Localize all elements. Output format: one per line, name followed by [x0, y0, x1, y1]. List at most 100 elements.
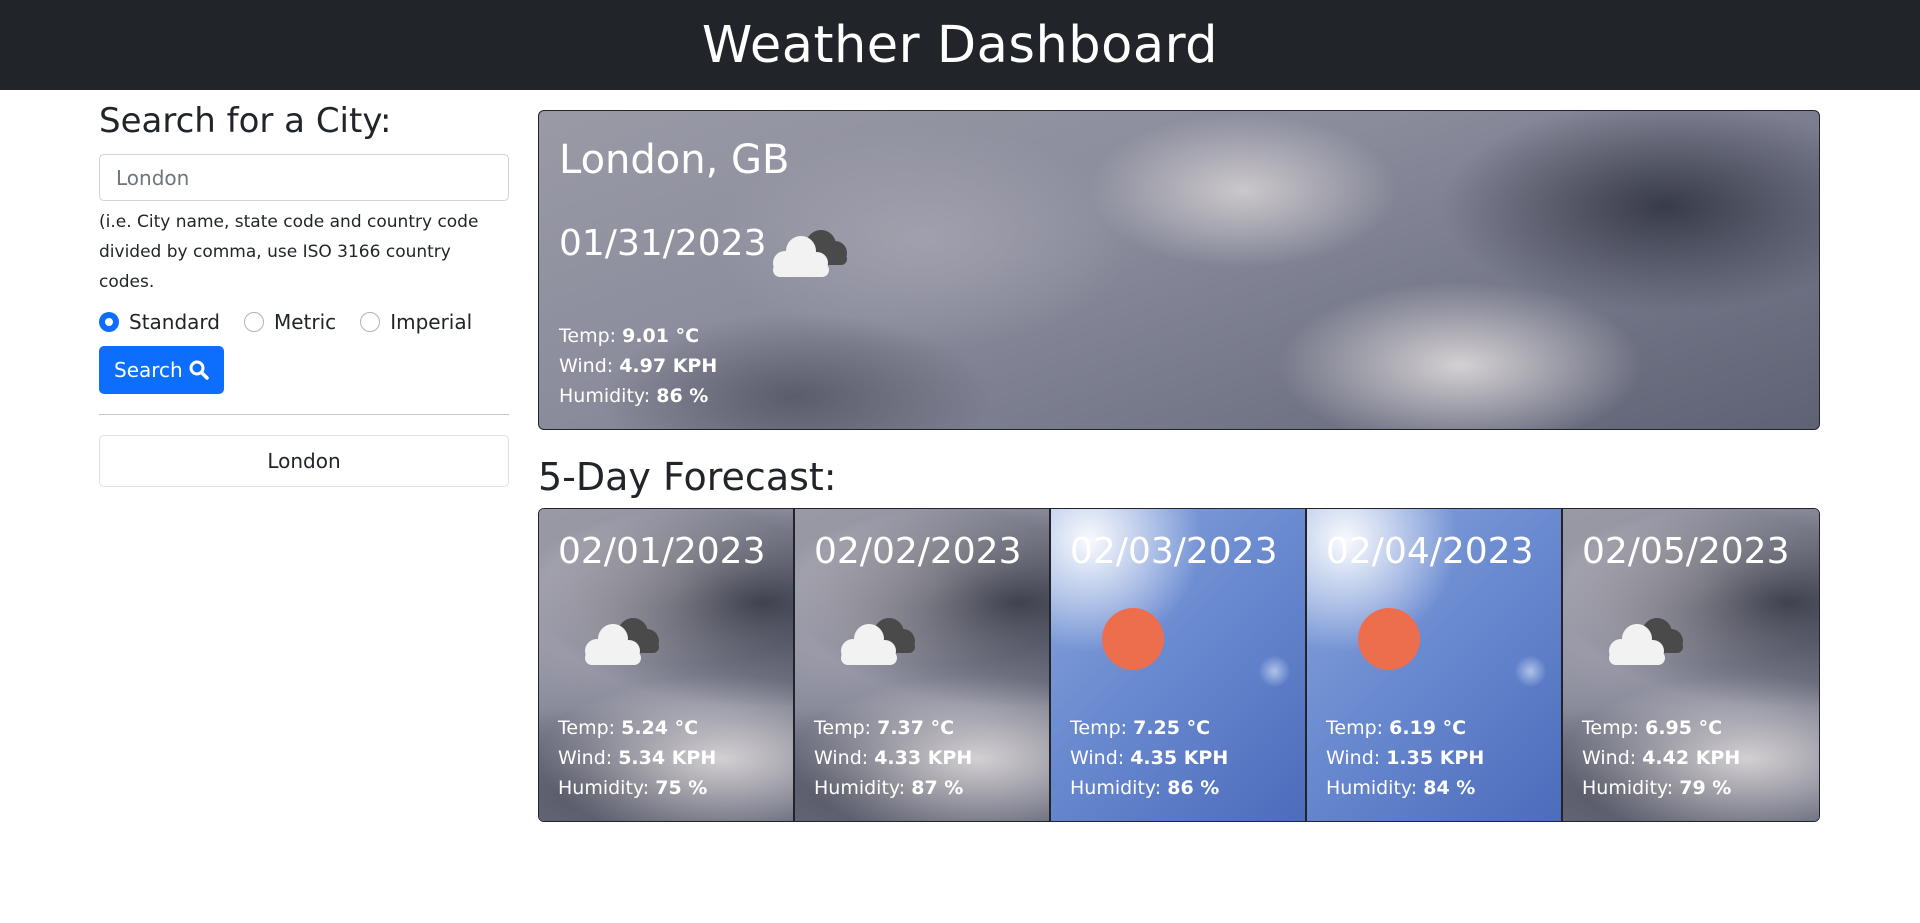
forecast-humidity: 87 % — [911, 777, 964, 799]
search-title: Search for a City: — [99, 101, 392, 141]
forecast-temp: 7.25 °C — [1133, 717, 1211, 739]
temp-label: Temp: — [558, 717, 616, 739]
current-temp: 9.01 °C — [622, 325, 700, 347]
city-search-input[interactable] — [99, 154, 509, 201]
forecast-temp-row: Temp: 6.19 °C — [1326, 713, 1484, 743]
radio-imperial[interactable] — [360, 312, 381, 332]
forecast-humidity: 84 % — [1423, 777, 1476, 799]
current-stats: Temp: 9.01 °C Wind: 4.97 KPH Humidity: 8… — [559, 321, 717, 411]
search-sidebar: Search for a City: (i.e. City name, stat… — [99, 90, 509, 487]
forecast-row: 02/01/2023 Temp: 5.24 °C Wind: 5.34 KPH … — [538, 508, 1820, 822]
cloudy-icon — [831, 607, 923, 675]
forecast-wind: 4.35 KPH — [1130, 747, 1229, 769]
humidity-label: Humidity: — [558, 777, 650, 799]
temp-label: Temp: — [1070, 717, 1128, 739]
magnifier-icon — [189, 360, 209, 380]
current-humidity: 86 % — [656, 385, 709, 407]
forecast-wind-row: Wind: 4.33 KPH — [814, 743, 972, 773]
forecast-temp-row: Temp: 7.37 °C — [814, 713, 972, 743]
forecast-temp: 6.19 °C — [1389, 717, 1467, 739]
humidity-label: Humidity: — [1582, 777, 1674, 799]
forecast-day-card: 02/05/2023 Temp: 6.95 °C Wind: 4.42 KPH … — [1563, 509, 1819, 821]
temp-label: Temp: — [1326, 717, 1384, 739]
forecast-humidity-row: Humidity: 86 % — [1070, 773, 1228, 803]
forecast-wind: 4.42 KPH — [1642, 747, 1741, 769]
cloudy-icon — [763, 219, 855, 287]
radio-label-standard: Standard — [129, 310, 220, 334]
search-hint: (i.e. City name, state code and country … — [99, 212, 479, 292]
forecast-wind-row: Wind: 5.34 KPH — [558, 743, 716, 773]
forecast-humidity-row: Humidity: 84 % — [1326, 773, 1484, 803]
wind-label: Wind: — [559, 355, 614, 377]
forecast-temp: 6.95 °C — [1645, 717, 1723, 739]
forecast-date: 02/03/2023 — [1070, 531, 1278, 572]
app-header: Weather Dashboard — [0, 0, 1920, 90]
current-temp-row: Temp: 9.01 °C — [559, 321, 717, 351]
current-date: 01/31/2023 — [559, 223, 767, 264]
page-title: Weather Dashboard — [701, 15, 1219, 75]
forecast-humidity-row: Humidity: 75 % — [558, 773, 716, 803]
forecast-humidity-row: Humidity: 87 % — [814, 773, 972, 803]
unit-option-imperial[interactable]: Imperial — [360, 310, 472, 334]
radio-label-metric: Metric — [274, 310, 337, 334]
forecast-temp-row: Temp: 6.95 °C — [1582, 713, 1740, 743]
forecast-day-card: 02/03/2023 Temp: 7.25 °C Wind: 4.35 KPH … — [1051, 509, 1307, 821]
forecast-title: 5-Day Forecast: — [538, 455, 837, 499]
forecast-date: 02/05/2023 — [1582, 531, 1790, 572]
cloudy-icon — [1599, 607, 1691, 675]
humidity-label: Humidity: — [1070, 777, 1162, 799]
forecast-date: 02/04/2023 — [1326, 531, 1534, 572]
forecast-day-card: 02/01/2023 Temp: 5.24 °C Wind: 5.34 KPH … — [539, 509, 795, 821]
current-weather-card: London, GB 01/31/2023 Temp: 9.01 °C Wind… — [538, 110, 1820, 430]
forecast-humidity: 75 % — [655, 777, 708, 799]
forecast-wind: 5.34 KPH — [618, 747, 717, 769]
search-button-label: Search — [114, 358, 183, 382]
forecast-wind-row: Wind: 4.35 KPH — [1070, 743, 1228, 773]
current-city: London, GB — [559, 137, 790, 183]
forecast-wind-row: Wind: 4.42 KPH — [1582, 743, 1740, 773]
radio-metric[interactable] — [244, 312, 264, 332]
sun-icon — [1343, 607, 1435, 675]
forecast-stats: Temp: 6.95 °C Wind: 4.42 KPH Humidity: 7… — [1582, 713, 1740, 803]
sidebar-divider — [99, 414, 509, 415]
forecast-temp-row: Temp: 7.25 °C — [1070, 713, 1228, 743]
wind-label: Wind: — [814, 747, 869, 769]
forecast-date: 02/02/2023 — [814, 531, 1022, 572]
wind-label: Wind: — [1326, 747, 1381, 769]
forecast-temp: 5.24 °C — [621, 717, 699, 739]
temp-label: Temp: — [814, 717, 872, 739]
forecast-temp-row: Temp: 5.24 °C — [558, 713, 716, 743]
units-radio-group: Standard Metric Imperial — [99, 307, 509, 337]
history-city-button[interactable]: London — [99, 435, 509, 487]
sun-icon — [1087, 607, 1179, 675]
forecast-wind-row: Wind: 1.35 KPH — [1326, 743, 1484, 773]
temp-label: Temp: — [1582, 717, 1640, 739]
forecast-humidity: 86 % — [1167, 777, 1220, 799]
unit-option-metric[interactable]: Metric — [244, 310, 336, 334]
forecast-stats: Temp: 7.25 °C Wind: 4.35 KPH Humidity: 8… — [1070, 713, 1228, 803]
forecast-stats: Temp: 5.24 °C Wind: 5.34 KPH Humidity: 7… — [558, 713, 716, 803]
forecast-stats: Temp: 6.19 °C Wind: 1.35 KPH Humidity: 8… — [1326, 713, 1484, 803]
unit-option-standard[interactable]: Standard — [99, 310, 220, 334]
radio-label-imperial: Imperial — [390, 310, 473, 334]
forecast-wind: 1.35 KPH — [1386, 747, 1485, 769]
forecast-humidity: 79 % — [1679, 777, 1732, 799]
forecast-stats: Temp: 7.37 °C Wind: 4.33 KPH Humidity: 8… — [814, 713, 972, 803]
wind-label: Wind: — [558, 747, 613, 769]
current-wind-row: Wind: 4.97 KPH — [559, 351, 717, 381]
humidity-label: Humidity: — [559, 385, 651, 407]
forecast-day-card: 02/04/2023 Temp: 6.19 °C Wind: 1.35 KPH … — [1307, 509, 1563, 821]
current-humidity-row: Humidity: 86 % — [559, 381, 717, 411]
current-wind: 4.97 KPH — [619, 355, 718, 377]
radio-standard[interactable] — [99, 312, 119, 332]
wind-label: Wind: — [1070, 747, 1125, 769]
wind-label: Wind: — [1582, 747, 1637, 769]
forecast-day-card: 02/02/2023 Temp: 7.37 °C Wind: 4.33 KPH … — [795, 509, 1051, 821]
temp-label: Temp: — [559, 325, 617, 347]
forecast-date: 02/01/2023 — [558, 531, 766, 572]
cloudy-icon — [575, 607, 667, 675]
forecast-wind: 4.33 KPH — [874, 747, 973, 769]
forecast-temp: 7.37 °C — [877, 717, 955, 739]
forecast-humidity-row: Humidity: 79 % — [1582, 773, 1740, 803]
search-button[interactable]: Search — [99, 346, 224, 394]
